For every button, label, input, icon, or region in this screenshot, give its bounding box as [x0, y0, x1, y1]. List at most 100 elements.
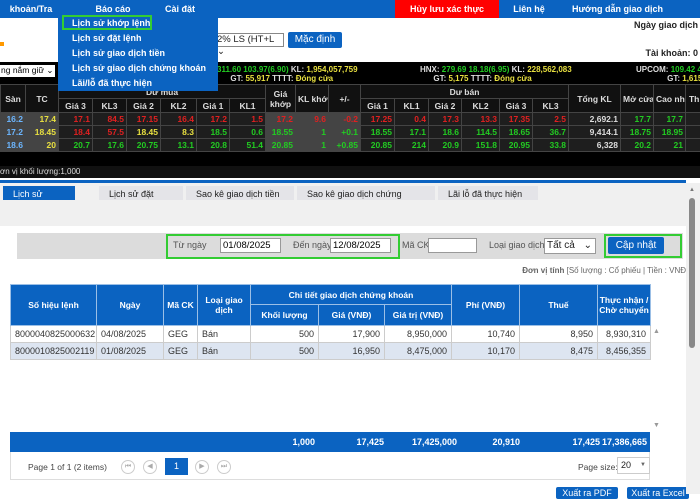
board-cell: 114.5	[462, 126, 500, 139]
export-excel-button[interactable]: Xuất ra Excel	[627, 487, 689, 499]
page-scrollbar[interactable]: ▲	[686, 183, 700, 494]
col-total-vol: Tổng KL	[569, 85, 621, 113]
board-cell: +0.85	[329, 139, 361, 152]
nav-contact[interactable]: Liên hệ	[499, 0, 559, 18]
board-cell: 0.6	[230, 126, 266, 139]
upcom-value: 109.42 4	[671, 65, 700, 74]
table-cell: GEG	[164, 326, 198, 343]
col-group-sell: Dư bán	[361, 85, 569, 99]
unit-info: Đơn vị tính [Số lượng : Cổ phiếu | Tiền …	[522, 266, 686, 275]
scroll-up-icon[interactable]: ▲	[653, 328, 660, 335]
hose-status: Đóng cửa	[296, 74, 333, 83]
menu-item-stock-history[interactable]: Lịch sử giao dịch chứng khoán	[72, 63, 206, 73]
col-high: Cao nhất	[654, 85, 686, 113]
scroll-down-icon[interactable]: ▼	[653, 422, 660, 429]
board-row[interactable]: 16.217.417.184.517.1516.417.21.517.29.6-…	[1, 113, 700, 126]
col-open: Mở cửa	[621, 85, 654, 113]
export-pdf-button[interactable]: Xuất ra PDF	[556, 487, 618, 499]
holding-select[interactable]: ng nắm giữ ⌄	[0, 65, 55, 77]
chevron-down-icon: ⌄	[584, 239, 592, 253]
first-page-icon[interactable]: ⏮	[121, 460, 135, 474]
hose-index: 311.60 103.97(6.90) KL: 1,954,057,759 GT…	[217, 65, 358, 83]
board-cell	[686, 139, 700, 152]
symbol-input[interactable]	[428, 238, 477, 253]
board-cell: 1	[296, 126, 329, 139]
match-history-table: Số hiệu lệnhNgàyMã CKLoại giao dịchChi t…	[10, 284, 651, 360]
col-price: Giá (VNĐ)	[319, 305, 385, 326]
board-cell: 18.65	[500, 126, 533, 139]
cancel-auth-button[interactable]: Hủy lưu xác thực	[395, 0, 499, 18]
board-cell: 17.4	[26, 113, 59, 126]
next-page-icon[interactable]: ▶	[195, 460, 209, 474]
board-cell: 17.35	[500, 113, 533, 126]
table-cell: 500	[251, 343, 319, 360]
board-cell: 17.25	[361, 113, 395, 126]
type-select[interactable]: Tất cả⌄	[544, 238, 596, 254]
menu-item-realized-pl[interactable]: Lãi/lỗ đã thực hiện	[72, 78, 152, 88]
board-cell: 13.3	[462, 113, 500, 126]
hnx-value: 279.69 18.18(6.95)	[442, 65, 510, 74]
hose-value-traded: 55,917	[245, 74, 269, 83]
board-cell: 20.75	[127, 139, 161, 152]
table-cell: 10,170	[452, 343, 520, 360]
board-cell: 18.6	[1, 139, 26, 152]
board-cell: 18.55	[361, 126, 395, 139]
table-cell: GEG	[164, 343, 198, 360]
board-table: SànTCDư muaGiá khớpKL khớp+/-Dư bánTổng …	[0, 84, 700, 152]
board-cell: 17.2	[197, 113, 230, 126]
prev-page-icon[interactable]: ◀	[143, 460, 157, 474]
menu-item-cash-history[interactable]: Lịch sử giao dịch tiền	[72, 48, 165, 58]
table-cell: Bán	[198, 343, 251, 360]
page-1-button[interactable]: 1	[165, 458, 188, 475]
col-ref: TC	[26, 85, 59, 113]
indicator-dot	[0, 42, 4, 46]
col-group-detail: Chi tiết giao dịch chứng khoán	[251, 285, 452, 305]
hnx-volume: 228,562,083	[527, 65, 572, 74]
scrollbar-thumb[interactable]	[689, 198, 695, 348]
page-size-select[interactable]: 20▼	[617, 457, 650, 474]
label: GT:	[433, 74, 446, 83]
table-cell: 16,950	[319, 343, 385, 360]
pager-info: Page 1 of 1 (2 items)	[28, 462, 107, 472]
board-cell: 17.1	[395, 126, 429, 139]
table-cell: 04/08/2025	[97, 326, 164, 343]
board-row[interactable]: 18.62020.717.620.7513.120.851.420.851+0.…	[1, 139, 700, 152]
table-row[interactable]: 800001082500211901/08/2025GEGBán50016,95…	[11, 343, 651, 360]
menu-item-order-history[interactable]: Lịch sử đặt lệnh	[72, 33, 142, 43]
account-label: Tài khoản: 0	[645, 48, 698, 58]
board-cell: 17.2	[266, 113, 296, 126]
table-row[interactable]: 800004082500063204/08/2025GEGBán50017,90…	[11, 326, 651, 343]
table-cell: 10,740	[452, 326, 520, 343]
scroll-up-icon[interactable]: ▲	[689, 187, 695, 193]
board-row[interactable]: 17.218.4518.457.518.458.318.50.618.551+0…	[1, 126, 700, 139]
board-cell: 18.45	[127, 126, 161, 139]
board-cell: 17.6	[93, 139, 127, 152]
col-giá-3: Giá 3	[500, 99, 533, 113]
col-symbol: Mã CK	[164, 285, 198, 326]
board-cell: 2.5	[533, 113, 569, 126]
nav-guide[interactable]: Hướng dẫn giao dịch	[565, 0, 670, 18]
board-cell: 13.1	[161, 139, 197, 152]
board-cell: 17.3	[429, 113, 462, 126]
col-giá-2: Giá 2	[429, 99, 462, 113]
table-cell: 8,475,000	[385, 343, 452, 360]
total-tax: 17,425	[530, 437, 600, 447]
label: GT:	[230, 74, 243, 83]
col-qty: Khối lượng	[251, 305, 319, 326]
label: KL:	[291, 65, 304, 74]
col-net: Thực nhận / Chờ chuyển	[598, 285, 651, 326]
label: KL:	[512, 65, 525, 74]
col-kl1: KL1	[395, 99, 429, 113]
margin-select-value: 2% LS (HT+L	[217, 34, 274, 45]
board-cell: 17.7	[621, 113, 654, 126]
nav-account[interactable]: khoản/Tra cứu	[0, 0, 62, 18]
margin-select[interactable]: 2% LS (HT+L ⌄	[214, 33, 284, 47]
report-tabs: Lịch sử khớp lệnh Lịch sử đặt lệnh Sao k…	[0, 180, 686, 200]
board-cell: 16.2	[1, 113, 26, 126]
board-cell: 36.7	[533, 126, 569, 139]
default-button[interactable]: Mặc định	[288, 32, 342, 48]
total-price: 17,425	[320, 437, 384, 447]
col-value: Giá trị (VNĐ)	[385, 305, 452, 326]
upcom-index: UPCOM: 109.42 4 GT: 1,615	[636, 65, 700, 83]
last-page-icon[interactable]: ⏭	[217, 460, 231, 474]
